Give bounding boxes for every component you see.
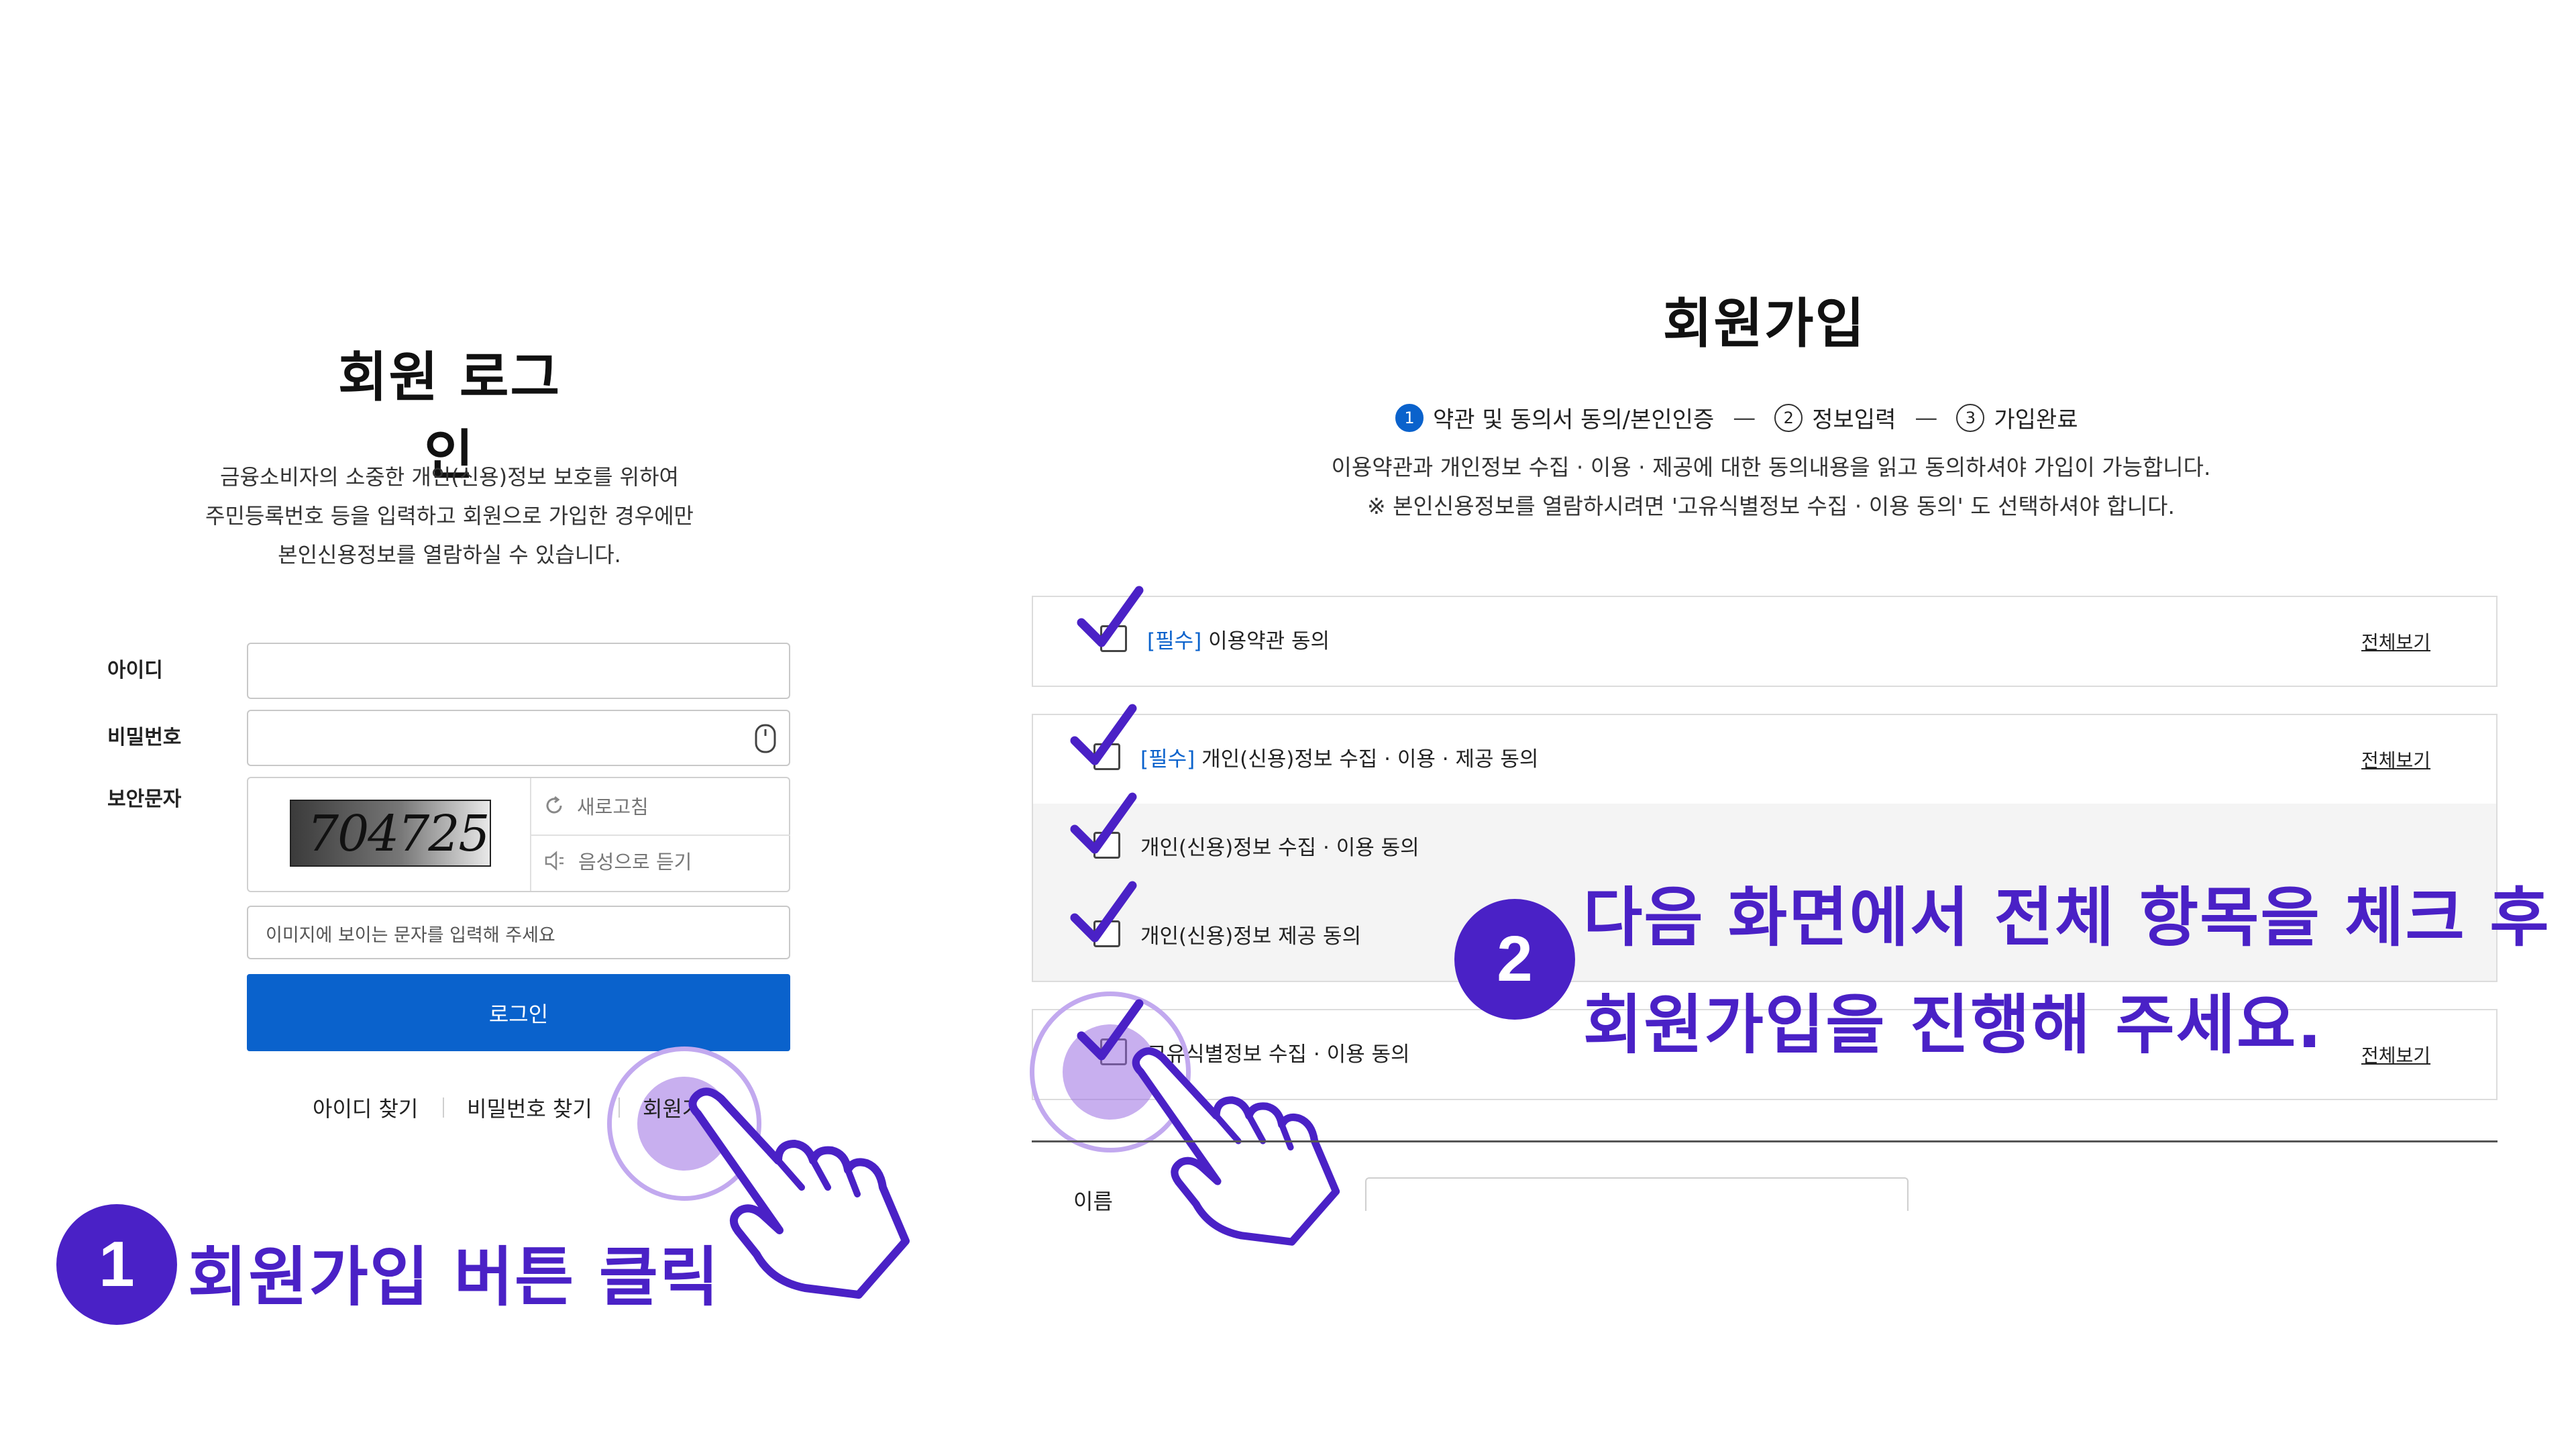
step-2-badge: 2 [1454,899,1575,1020]
password-label: 비밀번호 [107,726,182,749]
captcha-refresh-label: 새로고침 [577,796,649,818]
login-button[interactable]: 로그인 [247,974,790,1051]
personal-collect-label[interactable]: 개인(신용)정보 수집 · 이용 동의 [1140,830,1419,861]
captcha-code: 704725 [307,805,490,863]
signup-title: 회원가입 [1662,292,1866,355]
terms-agreement-text: 이용약관 동의 [1208,629,1330,653]
step-indicator-2: 2 [1774,403,1803,432]
step-label-1: 약관 및 동의서 동의/본인인증 [1433,407,1715,433]
signup-progress: 1 약관 및 동의서 동의/본인인증 — 2 정보입력 — 3 가입완료 [1395,401,2078,434]
captcha-box: 704725 새로고침 음성으로 듣기 [247,777,790,892]
login-description-line-3: 본인신용정보를 열람하실 수 있습니다. [278,542,621,568]
pointing-hand-icon [688,1087,910,1299]
form-divider [1032,1140,2498,1142]
mouse-icon [755,724,776,753]
check-mark-icon [1070,704,1137,765]
captcha-input[interactable]: 이미지에 보이는 문자를 입력해 주세요 [247,906,790,959]
step-indicator-1: 1 [1395,403,1424,432]
unique-id-view-all-link[interactable]: 전체보기 [2361,1041,2430,1068]
login-description-line-2: 주민등록번호 등을 입력하고 회원으로 가입한 경우에만 [205,503,694,529]
id-label: 아이디 [107,659,163,682]
find-password-link[interactable]: 비밀번호 찾기 [467,1092,592,1123]
step-2-caption-line-1: 다음 화면에서 전체 항목을 체크 후 [1583,880,2551,955]
speaker-icon [545,851,564,871]
password-input[interactable] [247,710,790,766]
personal-provide-label[interactable]: 개인(신용)정보 제공 동의 [1140,919,1361,949]
step-label-2: 정보입력 [1812,407,1896,433]
terms-view-all-link[interactable]: 전체보기 [2361,628,2430,655]
captcha-placeholder: 이미지에 보이는 문자를 입력해 주세요 [266,925,555,946]
personal-info-agreement-text: 개인(신용)정보 수집 · 이용 · 제공 동의 [1201,747,1539,771]
check-mark-icon [1070,792,1137,854]
step-separator: — [1915,404,1938,431]
find-id-link[interactable]: 아이디 찾기 [313,1092,418,1123]
name-input[interactable] [1365,1177,1909,1211]
check-mark-icon [1070,881,1137,943]
step-1-badge: 1 [56,1204,177,1325]
login-description-line-1: 금융소비자의 소중한 개인(신용)정보 보호를 위하여 [220,464,679,490]
step-2-caption-line-2: 회원가입을 진행해 주세요. [1583,987,2323,1063]
pointing-hand-icon [1132,1047,1340,1246]
signup-notice-2: ※ 본인신용정보를 열람하시려면 '고유식별정보 수집 · 이용 동의' 도 선… [1367,493,2175,519]
personal-info-view-all-link[interactable]: 전체보기 [2361,746,2430,773]
captcha-refresh-button[interactable]: 새로고침 [543,792,649,820]
terms-agreement-label[interactable]: [필수] 이용약관 동의 [1147,624,1330,654]
id-input[interactable] [247,643,790,699]
step-label-3: 가입완료 [1994,407,2078,433]
refresh-icon [546,796,562,814]
check-mark-icon [1077,586,1144,647]
step-separator: — [1733,404,1756,431]
name-label: 이름 [1073,1189,1113,1214]
captcha-label: 보안문자 [107,788,182,811]
required-tag: [필수] [1140,747,1195,771]
step-1-caption: 회원가입 버튼 클릭 [188,1240,720,1315]
captcha-audio-button[interactable]: 음성으로 듣기 [543,847,692,875]
step-indicator-3: 3 [1956,403,1985,432]
required-tag: [필수] [1147,629,1202,653]
personal-info-agreement-label[interactable]: [필수] 개인(신용)정보 수집 · 이용 · 제공 동의 [1140,742,1538,772]
captcha-image: 704725 [290,800,491,867]
captcha-audio-label: 음성으로 듣기 [578,851,692,873]
signup-notice-1: 이용약관과 개인정보 수집 · 이용 · 제공에 대한 동의내용을 읽고 동의하… [1331,454,2211,480]
